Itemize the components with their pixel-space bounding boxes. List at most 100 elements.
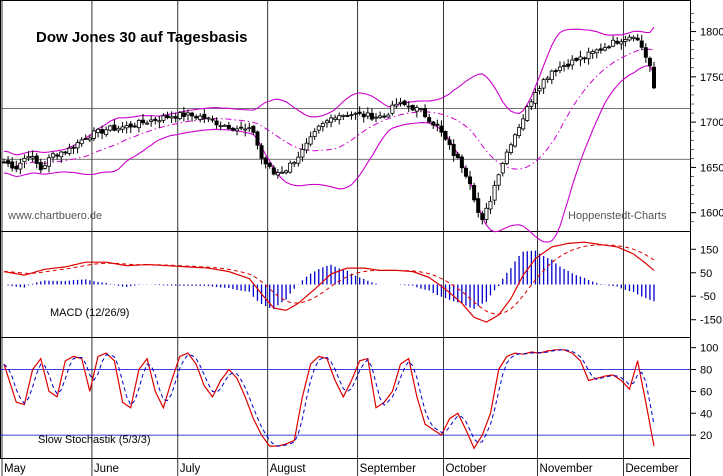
candle-body (173, 116, 178, 119)
candle-body (259, 145, 264, 159)
candle-body (59, 151, 64, 158)
candle-body (374, 116, 379, 119)
candle-body (615, 40, 620, 44)
candle-body (71, 146, 76, 149)
candle-body (488, 200, 493, 210)
candle-body (153, 118, 158, 121)
candle-body (418, 108, 423, 111)
candle-body (312, 131, 317, 137)
candle-body (353, 112, 358, 115)
stochastic-tick-label: 40 (700, 408, 712, 420)
candle-body (308, 136, 313, 145)
candle-body (157, 120, 162, 123)
candle-body (435, 123, 440, 126)
candle-body (410, 105, 415, 111)
candle-body (181, 112, 186, 117)
month-label: July (180, 463, 201, 475)
candle-body (165, 115, 170, 119)
candle-body (345, 115, 350, 117)
stochastic-tick-label: 20 (700, 430, 712, 442)
macd-tick-label: -50 (700, 291, 716, 303)
candle-body (504, 151, 509, 164)
price-tick-label: 18000 (700, 27, 723, 39)
candle-body (226, 124, 231, 130)
candle-body (361, 113, 366, 118)
candle-body (316, 125, 321, 131)
candle-body (553, 70, 558, 72)
candle-body (67, 147, 72, 154)
candle-body (55, 154, 60, 157)
candle-body (10, 161, 15, 169)
candle-body (46, 157, 51, 167)
candle-body (443, 131, 448, 140)
month-label: December (625, 463, 678, 475)
candle-body (582, 57, 587, 60)
candle-body (63, 151, 68, 154)
candle-body (275, 172, 280, 176)
candle-body (594, 49, 599, 54)
candle-body (590, 51, 595, 55)
stochastic-tick-label: 80 (700, 365, 712, 377)
candle-body (169, 116, 174, 119)
candle-body (476, 198, 481, 213)
candle-body (545, 77, 550, 80)
candle-body (406, 105, 411, 108)
candle-body (329, 117, 334, 123)
candle-body (496, 174, 501, 186)
candle-body (279, 171, 284, 174)
candle-body (128, 123, 133, 128)
month-label: May (4, 463, 26, 475)
candle-body (267, 162, 272, 167)
candle-body (652, 66, 657, 89)
candle-body (394, 103, 399, 107)
candle-body (87, 137, 92, 141)
candle-body (271, 167, 276, 175)
month-label: August (270, 463, 307, 475)
macd-tick-label: 150 (700, 244, 718, 256)
price-tick-label: 17000 (700, 117, 723, 129)
candle-body (235, 128, 240, 132)
candle-body (402, 100, 407, 106)
candles (2, 33, 657, 225)
candle-body (639, 40, 644, 48)
candle-body (423, 108, 428, 117)
candle-body (357, 111, 362, 114)
candle-body (18, 162, 23, 170)
candle-body (100, 129, 105, 134)
candle-body (263, 157, 268, 165)
candle-body (38, 162, 43, 171)
macd-tick-label: 50 (700, 268, 712, 280)
candle-body (455, 153, 460, 159)
candle-body (341, 114, 346, 117)
candle-body (570, 59, 575, 66)
candle-body (459, 156, 464, 169)
candle-body (378, 115, 383, 119)
candle-body (288, 162, 293, 173)
moving-average (3, 48, 655, 170)
candle-body (112, 124, 117, 131)
candle-body (108, 125, 113, 131)
candle-body (566, 63, 571, 67)
candle-body (292, 162, 297, 165)
price-tick-label: 16500 (700, 162, 723, 174)
chart-stage: 16000 16500 17000 17500 18000 150 50 -50 -150 100… (0, 0, 723, 476)
candle-body (185, 112, 190, 116)
candle-body (202, 113, 207, 120)
candle-body (607, 46, 612, 49)
candle-body (210, 118, 215, 121)
y-axis-ticks: 16000 16500 17000 17500 18000 150 50 -50 -150 100… (690, 13, 723, 442)
candle-body (578, 56, 583, 61)
candle-body (627, 36, 632, 41)
candle-body (83, 138, 88, 140)
month-gridlines (1, 0, 691, 476)
x-axis-month-labels: May June July August September October Novembe… (4, 463, 679, 475)
candle-body (623, 39, 628, 42)
candle-body (508, 144, 513, 153)
candle-body (349, 114, 354, 117)
candle-body (251, 125, 256, 133)
candle-body (586, 51, 591, 60)
candle-body (206, 117, 211, 120)
candle-body (472, 185, 477, 201)
stochastic-panel-label: Slow Stochastik (5/3/3) (38, 434, 151, 446)
stochastic-tick-label: 100 (700, 343, 718, 355)
